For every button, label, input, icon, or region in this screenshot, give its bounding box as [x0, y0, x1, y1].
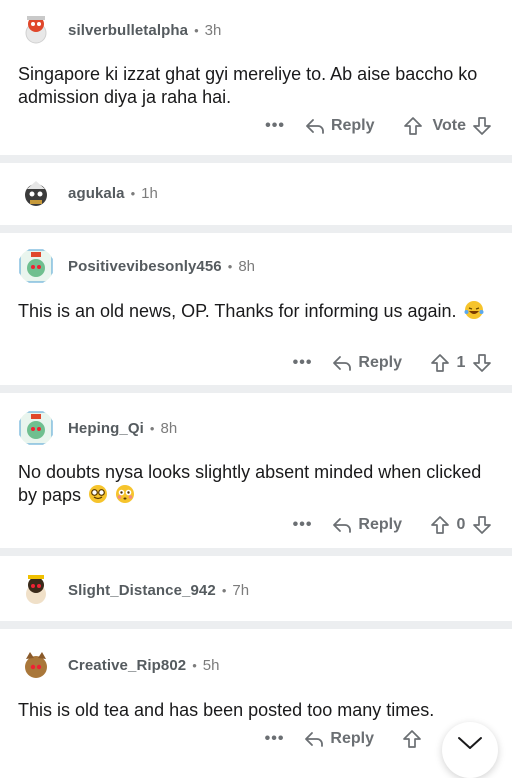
comment-1: silverbulletalpha • 3h Singapore ki izza…: [0, 0, 512, 155]
comment-separator: [0, 155, 512, 163]
avatar[interactable]: [18, 572, 54, 608]
scroll-down-button[interactable]: [442, 722, 498, 778]
timestamp: 3h: [204, 21, 222, 39]
comment-3: Positivevibesonly456 • 8h This is an old…: [0, 233, 512, 385]
comment-5[interactable]: Slight_Distance_942 • 7h: [0, 556, 512, 621]
reply-label: Reply: [330, 730, 374, 747]
vote-count: 0: [456, 516, 466, 533]
username[interactable]: Slight_Distance_942: [68, 582, 216, 599]
comment-6: Creative_Rip802 • 5h This is old tea and…: [0, 629, 512, 757]
meta-separator: •: [221, 582, 227, 598]
comment-4: Heping_Qi • 8h No doubts nysa looks slig…: [0, 393, 512, 548]
action-bar: ••• Reply Vote: [265, 116, 492, 136]
comment-header: silverbulletalpha • 3h: [18, 12, 221, 48]
reply-icon: [333, 518, 352, 533]
timestamp: 5h: [202, 656, 220, 674]
reply-button[interactable]: Reply: [332, 354, 402, 372]
comment-header: Slight_Distance_942 • 7h: [18, 572, 249, 608]
comment-text: This is old tea and has been posted too …: [18, 700, 435, 720]
username[interactable]: Positivevibesonly456: [68, 258, 222, 275]
flushed-face-emoji-icon: [116, 485, 135, 503]
comment-separator: [0, 385, 512, 393]
more-options-button[interactable]: •••: [293, 516, 313, 534]
comment-text: This is an old news, OP. Thanks for info…: [18, 301, 457, 321]
reply-label: Reply: [358, 516, 402, 533]
comment-separator: [0, 621, 512, 629]
avatar[interactable]: [18, 175, 54, 211]
comment-header: Heping_Qi • 8h: [18, 410, 177, 446]
reply-label: Reply: [330, 117, 375, 134]
comment-body: No doubts nysa looks slightly absent min…: [18, 461, 494, 507]
comment-separator: [0, 225, 512, 233]
avatar[interactable]: [18, 248, 54, 284]
more-options-button[interactable]: •••: [293, 354, 313, 372]
nerd-face-emoji-icon: [89, 485, 108, 503]
reply-button[interactable]: Reply: [305, 117, 375, 135]
timestamp: 1h: [141, 184, 158, 202]
meta-separator: •: [149, 420, 155, 436]
username[interactable]: silverbulletalpha: [68, 22, 188, 39]
action-bar: ••• Reply 1: [293, 353, 492, 373]
action-bar: ••• Reply 0: [293, 515, 492, 535]
meta-separator: •: [227, 258, 233, 274]
reply-label: Reply: [358, 354, 402, 371]
action-bar: ••• Reply: [265, 729, 422, 749]
username[interactable]: Creative_Rip802: [68, 657, 186, 674]
comment-2[interactable]: agukala • 1h: [0, 163, 512, 225]
avatar[interactable]: [18, 410, 54, 446]
upvote-icon[interactable]: [402, 729, 422, 749]
downvote-icon[interactable]: [472, 515, 492, 535]
downvote-icon[interactable]: [472, 353, 492, 373]
upvote-icon[interactable]: [430, 515, 450, 535]
meta-separator: •: [192, 657, 197, 673]
chevron-down-icon: [458, 737, 482, 749]
reply-icon: [333, 356, 352, 371]
reply-button[interactable]: Reply: [332, 516, 402, 534]
meta-separator: •: [130, 185, 136, 201]
comment-header: agukala • 1h: [18, 175, 158, 211]
vote-count: 1: [456, 354, 466, 371]
vote-controls: [402, 729, 422, 749]
reply-icon: [306, 119, 324, 134]
comment-header: Positivevibesonly456 • 8h: [18, 248, 255, 284]
comment-text: Singapore ki izzat ghat gyi mereliye to.…: [18, 64, 478, 107]
username[interactable]: agukala: [68, 185, 125, 202]
timestamp: 8h: [160, 419, 178, 437]
reply-button[interactable]: Reply: [304, 730, 374, 748]
vote-controls: Vote: [403, 116, 492, 136]
downvote-icon[interactable]: [472, 116, 492, 136]
comment-separator: [0, 548, 512, 556]
comment-header: Creative_Rip802 • 5h: [18, 647, 219, 683]
laughing-crying-emoji-icon: [464, 301, 484, 319]
timestamp: 7h: [232, 581, 250, 599]
avatar[interactable]: [18, 647, 54, 683]
timestamp: 8h: [238, 257, 255, 275]
vote-controls: 0: [430, 515, 492, 535]
upvote-icon[interactable]: [430, 353, 450, 373]
avatar[interactable]: [18, 12, 54, 48]
username[interactable]: Heping_Qi: [68, 420, 144, 437]
comment-body: This is an old news, OP. Thanks for info…: [18, 300, 494, 323]
upvote-icon[interactable]: [403, 116, 423, 136]
vote-controls: 1: [430, 353, 492, 373]
vote-label: Vote: [432, 117, 466, 134]
reply-icon: [305, 732, 324, 747]
more-options-button[interactable]: •••: [265, 117, 285, 135]
meta-separator: •: [194, 22, 199, 38]
more-options-button[interactable]: •••: [265, 730, 285, 748]
